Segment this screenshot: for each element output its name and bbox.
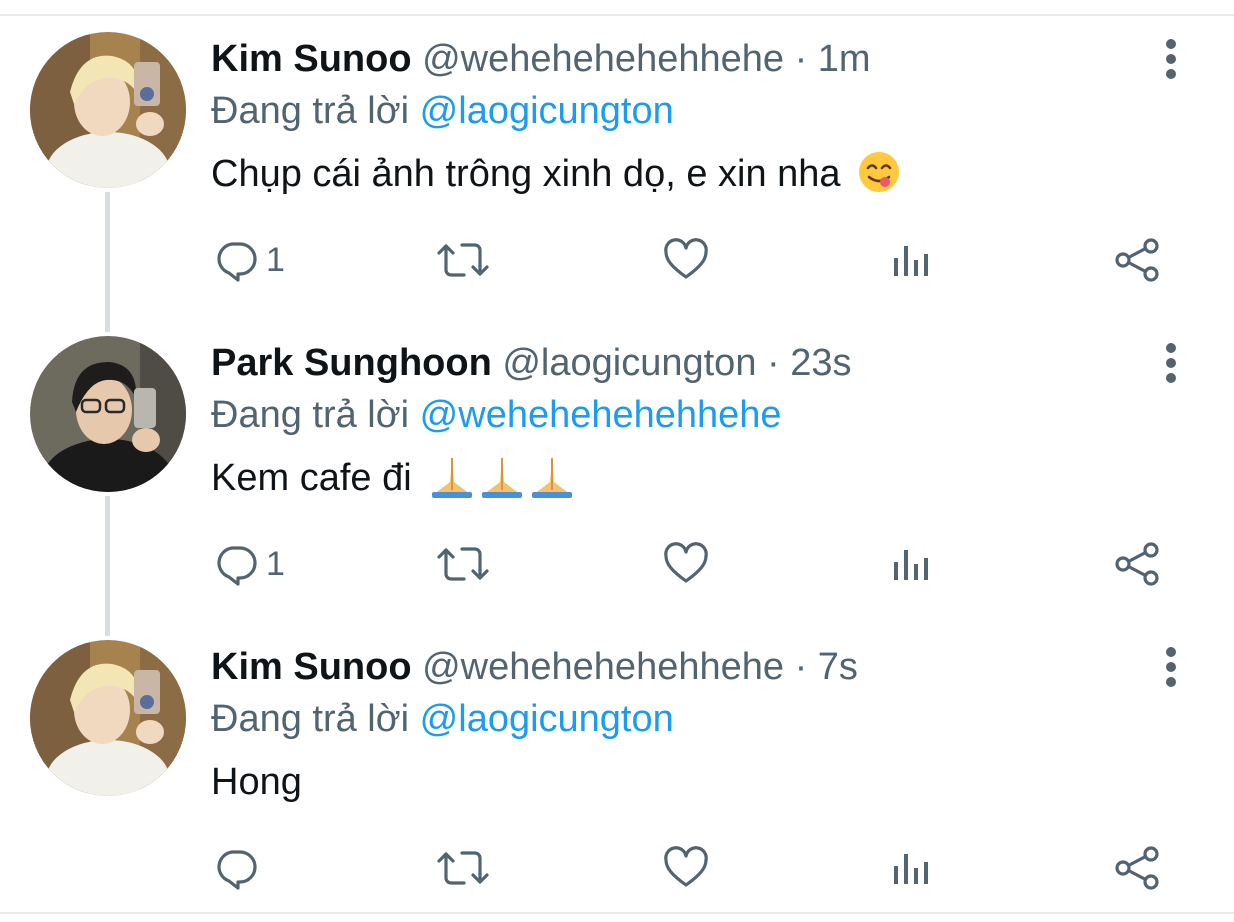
share-button[interactable] <box>1113 232 1161 288</box>
tweet-text: Chụp cái ảnh trông xinh dọ, e xin nha <box>211 149 901 207</box>
views-button[interactable] <box>890 232 932 288</box>
folded-hands-emoji <box>428 454 578 511</box>
share-icon <box>1115 846 1159 890</box>
tweet[interactable]: Kim Sunoo @wehehehehehhehe · 1m Đang trả… <box>0 14 1234 314</box>
display-name[interactable]: Kim Sunoo <box>211 38 412 80</box>
like-button[interactable] <box>663 840 709 896</box>
more-button[interactable] <box>1150 36 1192 82</box>
share-icon <box>1115 542 1159 586</box>
replying-to: Đang trả lời @laogicungton <box>211 88 674 134</box>
reply-icon <box>217 546 257 586</box>
tweet-text: Kem cafe đi <box>211 453 578 511</box>
share-button[interactable] <box>1113 840 1161 896</box>
avatar-park-sunghoon[interactable] <box>30 336 186 492</box>
more-button[interactable] <box>1150 340 1192 386</box>
replying-to: Đang trả lời @laogicungton <box>211 696 674 742</box>
retweet-icon <box>437 547 489 581</box>
replying-to: Đang trả lời @wehehehehehhehe <box>211 392 782 438</box>
user-handle[interactable]: @wehehehehehhehe <box>422 38 784 80</box>
tweet-header: Kim Sunoo @wehehehehehhehe · 7s <box>211 644 858 690</box>
more-vertical-icon <box>1166 343 1176 383</box>
heart-icon <box>664 846 708 887</box>
mention-link[interactable]: @laogicungton <box>420 90 674 132</box>
tweet-header: Park Sunghoon @laogicungton · 23s <box>211 340 852 386</box>
timestamp[interactable]: 7s <box>818 646 858 688</box>
reply-icon <box>217 850 257 890</box>
more-vertical-icon <box>1166 647 1176 687</box>
display-name[interactable]: Kim Sunoo <box>211 646 412 688</box>
timestamp[interactable]: 23s <box>790 342 851 384</box>
analytics-icon <box>894 854 928 884</box>
avatar-kim-sunoo[interactable] <box>30 32 186 188</box>
bottom-divider <box>0 912 1234 914</box>
separator-dot: · <box>794 38 808 80</box>
reply-button[interactable]: 1 <box>214 232 285 288</box>
replying-to-label: Đang trả lời <box>211 698 410 740</box>
views-button[interactable] <box>890 536 932 592</box>
retweet-icon <box>437 851 489 885</box>
display-name[interactable]: Park Sunghoon <box>211 342 492 384</box>
replying-to-label: Đang trả lời <box>211 90 410 132</box>
reply-button[interactable]: 1 <box>214 536 285 592</box>
retweet-button[interactable] <box>436 536 490 592</box>
face-savoring-food-emoji <box>857 150 901 207</box>
reply-icon <box>217 242 257 282</box>
share-icon <box>1115 238 1159 282</box>
separator-dot: · <box>794 646 808 688</box>
analytics-icon <box>894 246 928 276</box>
reply-count: 1 <box>266 241 285 279</box>
replying-to-label: Đang trả lời <box>211 394 410 436</box>
retweet-icon <box>437 243 489 277</box>
more-vertical-icon <box>1166 39 1176 79</box>
tweet-text: Hong <box>211 757 302 807</box>
heart-icon <box>664 542 708 583</box>
heart-icon <box>664 238 708 279</box>
more-button[interactable] <box>1150 644 1192 690</box>
timestamp[interactable]: 1m <box>818 38 871 80</box>
reply-count: 1 <box>266 545 285 583</box>
separator-dot: · <box>767 342 780 384</box>
tweet-header: Kim Sunoo @wehehehehehhehe · 1m <box>211 36 871 82</box>
tweet-actions <box>0 840 1234 896</box>
analytics-icon <box>894 550 928 580</box>
tweet-text-content: Kem cafe đi <box>211 457 412 499</box>
tweet[interactable]: Park Sunghoon @laogicungton · 23s Đang t… <box>0 318 1234 618</box>
tweet-text-content: Hong <box>211 761 302 803</box>
reply-button[interactable] <box>214 840 266 896</box>
like-button[interactable] <box>663 536 709 592</box>
tweet[interactable]: Kim Sunoo @wehehehehehhehe · 7s Đang trả… <box>0 622 1234 922</box>
avatar-kim-sunoo[interactable] <box>30 640 186 796</box>
like-button[interactable] <box>663 232 709 288</box>
mention-link[interactable]: @laogicungton <box>420 698 674 740</box>
retweet-button[interactable] <box>436 840 490 896</box>
share-button[interactable] <box>1113 536 1161 592</box>
tweet-actions: 1 <box>0 232 1234 288</box>
views-button[interactable] <box>890 840 932 896</box>
retweet-button[interactable] <box>436 232 490 288</box>
mention-link[interactable]: @wehehehehehhehe <box>420 394 782 436</box>
user-handle[interactable]: @wehehehehehhehe <box>422 646 784 688</box>
user-handle[interactable]: @laogicungton <box>502 342 756 384</box>
tweet-actions: 1 <box>0 536 1234 592</box>
tweet-text-content: Chụp cái ảnh trông xinh dọ, e xin nha <box>211 153 841 195</box>
